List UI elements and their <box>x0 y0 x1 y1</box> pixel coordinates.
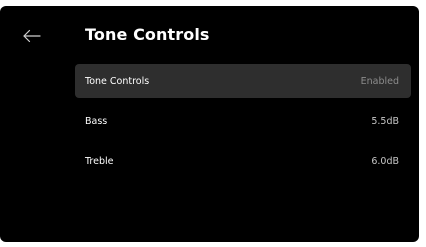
setting-value: 5.5dB <box>371 115 399 127</box>
setting-value: 6.0dB <box>371 155 399 167</box>
arrow-left-icon <box>23 29 41 43</box>
setting-label: Tone Controls <box>85 75 150 87</box>
setting-label: Bass <box>85 115 108 127</box>
setting-value: Enabled <box>360 75 399 87</box>
back-button[interactable] <box>20 26 44 46</box>
setting-row-treble[interactable]: Treble 6.0dB <box>75 144 411 178</box>
setting-row-tone-controls[interactable]: Tone Controls Enabled <box>75 64 411 98</box>
settings-list: Tone Controls Enabled Bass 5.5dB Treble … <box>75 64 411 184</box>
tv-settings-screen: Tone Controls Tone Controls Enabled Bass… <box>0 6 419 242</box>
setting-row-bass[interactable]: Bass 5.5dB <box>75 104 411 138</box>
page-title: Tone Controls <box>85 25 210 44</box>
setting-label: Treble <box>85 155 114 167</box>
